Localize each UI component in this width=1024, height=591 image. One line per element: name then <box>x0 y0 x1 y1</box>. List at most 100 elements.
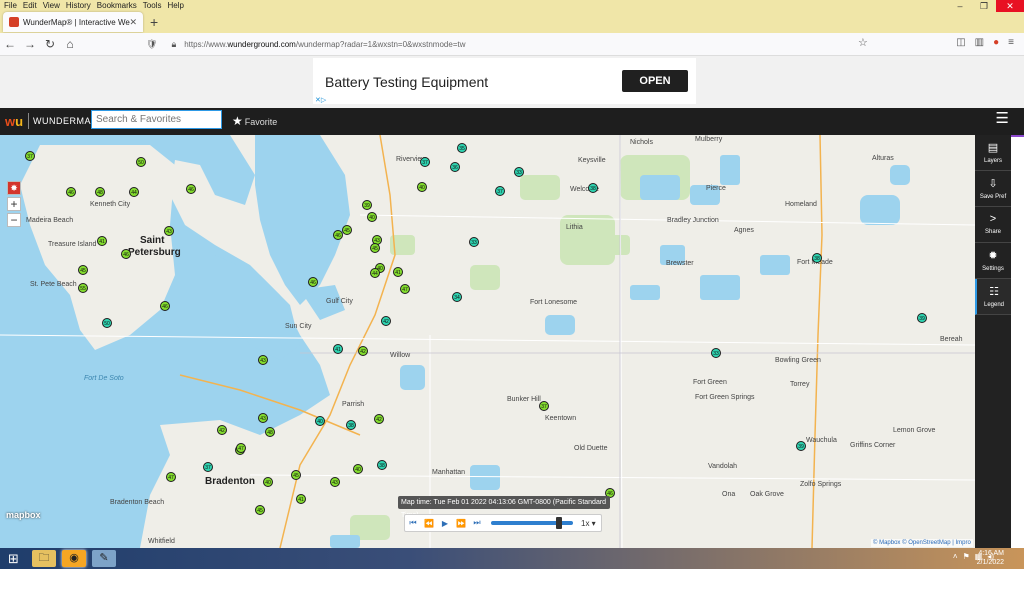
weather-station-marker[interactable]: 47 <box>166 472 176 482</box>
tab-close-icon[interactable]: ✕ <box>129 17 137 28</box>
weather-station-marker[interactable]: 41 <box>97 236 107 246</box>
url-bar[interactable]: 🛡︎ 🔒︎ https://www. wunderground.com/wunde… <box>140 36 880 52</box>
zoom-in-button[interactable]: + <box>7 197 21 211</box>
weather-station-marker[interactable]: 33 <box>711 348 721 358</box>
weather-station-marker[interactable]: 47 <box>400 284 410 294</box>
menu-file[interactable]: File <box>4 1 17 11</box>
favorite-button[interactable]: ★ Favorite <box>232 114 277 128</box>
menu-help[interactable]: Help <box>167 1 183 11</box>
weather-station-marker[interactable]: 40 <box>353 464 363 474</box>
share-button[interactable]: > Share <box>975 207 1011 243</box>
weather-station-marker[interactable]: 46 <box>160 301 170 311</box>
weather-station-marker[interactable]: 43 <box>258 355 268 365</box>
step-forward-icon[interactable]: ⏩ <box>453 519 469 528</box>
tray-chevron-icon[interactable]: ˄ <box>953 552 958 561</box>
weather-station-marker[interactable]: 46 <box>121 249 131 259</box>
forward-icon[interactable]: → <box>20 37 40 51</box>
reload-icon[interactable]: ↻ <box>40 37 60 51</box>
lock-icon[interactable]: 🔒︎ <box>171 39 176 50</box>
search-input[interactable] <box>91 110 222 129</box>
new-tab-icon[interactable]: + <box>150 14 158 30</box>
pocket-icon[interactable]: ◫ <box>956 37 965 48</box>
weather-station-marker[interactable]: 45 <box>255 505 265 515</box>
taskbar-clock[interactable]: 4:16 AM 2/1/2022 <box>977 549 1004 567</box>
map-canvas[interactable]: Saint Petersburg Kenneth City Madeira Be… <box>0 135 975 548</box>
weather-station-marker[interactable]: 55 <box>78 283 88 293</box>
weather-station-marker[interactable]: 46 <box>333 230 343 240</box>
weather-station-marker[interactable]: 48 <box>95 187 105 197</box>
weather-station-marker[interactable]: 37 <box>25 151 35 161</box>
weather-station-marker[interactable]: 45 <box>291 470 301 480</box>
weather-station-marker[interactable]: 39 <box>917 313 927 323</box>
menu-tools[interactable]: Tools <box>143 1 162 11</box>
ad-choices-icon[interactable]: ✕▷ <box>315 96 326 104</box>
weather-station-marker[interactable]: 50 <box>136 157 146 167</box>
weather-station-marker[interactable]: 38 <box>377 460 387 470</box>
app-menu-icon[interactable]: ≡ <box>1008 37 1014 48</box>
menu-view[interactable]: View <box>43 1 60 11</box>
weather-station-marker[interactable]: 42 <box>374 414 384 424</box>
firefox-icon[interactable]: ◉ <box>62 550 86 567</box>
weather-station-marker[interactable]: 43 <box>258 413 268 423</box>
step-back-icon[interactable]: ⏪ <box>421 519 437 528</box>
weather-station-marker[interactable]: 42 <box>381 316 391 326</box>
weather-station-marker[interactable]: 39 <box>362 200 372 210</box>
weather-station-marker[interactable]: 34 <box>452 292 462 302</box>
weather-station-marker[interactable]: 33 <box>514 167 524 177</box>
window-close-icon[interactable]: ✕ <box>996 0 1024 12</box>
weather-station-marker[interactable]: 40 <box>417 182 427 192</box>
weather-station-marker[interactable]: 40 <box>315 416 325 426</box>
layers-button[interactable]: ▤ Layers <box>975 135 1011 171</box>
maximize-icon[interactable]: ❐ <box>972 0 996 12</box>
weather-station-marker[interactable]: 37 <box>203 462 213 472</box>
bookmark-star-icon[interactable]: ☆ <box>858 36 868 49</box>
weather-station-marker[interactable]: 38 <box>812 253 822 263</box>
weather-station-marker[interactable]: 44 <box>370 268 380 278</box>
weather-station-marker[interactable]: 48 <box>265 427 275 437</box>
weather-station-marker[interactable]: 40 <box>263 477 273 487</box>
weather-station-marker[interactable]: 41 <box>333 344 343 354</box>
play-icon[interactable]: ▶ <box>437 519 453 528</box>
back-icon[interactable]: ← <box>0 37 20 51</box>
mapbox-logo[interactable]: mapbox <box>6 510 41 520</box>
wu-logo-icon[interactable]: wu <box>5 114 23 129</box>
weather-station-marker[interactable]: 45 <box>370 243 380 253</box>
weather-station-marker[interactable]: 33 <box>469 237 479 247</box>
weather-station-marker[interactable]: 46 <box>308 277 318 287</box>
weather-station-marker[interactable]: 39 <box>796 441 806 451</box>
map-attribution[interactable]: © Mapbox © OpenStreetMap | Impro <box>871 539 973 547</box>
windows-start-icon[interactable]: ⊞ <box>8 551 19 567</box>
speed-select[interactable]: 1x ▾ <box>581 519 596 528</box>
settings-gear-icon[interactable]: ✸ <box>7 181 21 195</box>
playback-slider-thumb[interactable] <box>555 517 562 529</box>
weather-station-marker[interactable]: 46 <box>66 187 76 197</box>
weather-station-marker[interactable]: 37 <box>539 401 549 411</box>
weather-station-marker[interactable]: 45 <box>78 265 88 275</box>
hamburger-menu-icon[interactable]: ☰ <box>996 109 1009 127</box>
weather-station-marker[interactable]: 41 <box>393 267 403 277</box>
weather-station-marker[interactable]: 40 <box>367 212 377 222</box>
weather-station-marker[interactable]: 37 <box>495 186 505 196</box>
home-icon[interactable]: ⌂ <box>60 37 80 51</box>
skip-forward-icon[interactable]: ⏭ <box>469 518 485 528</box>
weather-station-marker[interactable]: 36 <box>450 162 460 172</box>
menu-history[interactable]: History <box>66 1 91 11</box>
ad-banner[interactable]: Battery Testing Equipment OPEN <box>313 58 696 104</box>
weather-station-marker[interactable]: 42 <box>217 425 227 435</box>
weather-station-marker[interactable]: 42 <box>358 346 368 356</box>
weather-station-marker[interactable]: 43 <box>164 226 174 236</box>
shield-icon[interactable]: 🛡︎ <box>146 39 157 50</box>
settings-button[interactable]: ✹ Settings <box>975 243 1011 279</box>
sidebar-icon[interactable]: ▥ <box>975 37 984 48</box>
menu-bookmarks[interactable]: Bookmarks <box>97 1 137 11</box>
weather-station-marker[interactable]: 50 <box>102 318 112 328</box>
minimize-icon[interactable]: – <box>948 0 972 12</box>
extension-icon[interactable]: ● <box>993 37 999 48</box>
save-pref-button[interactable]: ⇩ Save Pref <box>975 171 1011 207</box>
ad-open-button[interactable]: OPEN <box>622 70 688 92</box>
skip-back-icon[interactable]: ⏮ <box>405 518 421 528</box>
paint-icon[interactable]: ✎ <box>92 550 116 567</box>
file-explorer-icon[interactable]: 🗀 <box>32 550 56 567</box>
weather-station-marker[interactable]: 41 <box>296 494 306 504</box>
legend-button[interactable]: ☷ Legend <box>975 279 1011 315</box>
